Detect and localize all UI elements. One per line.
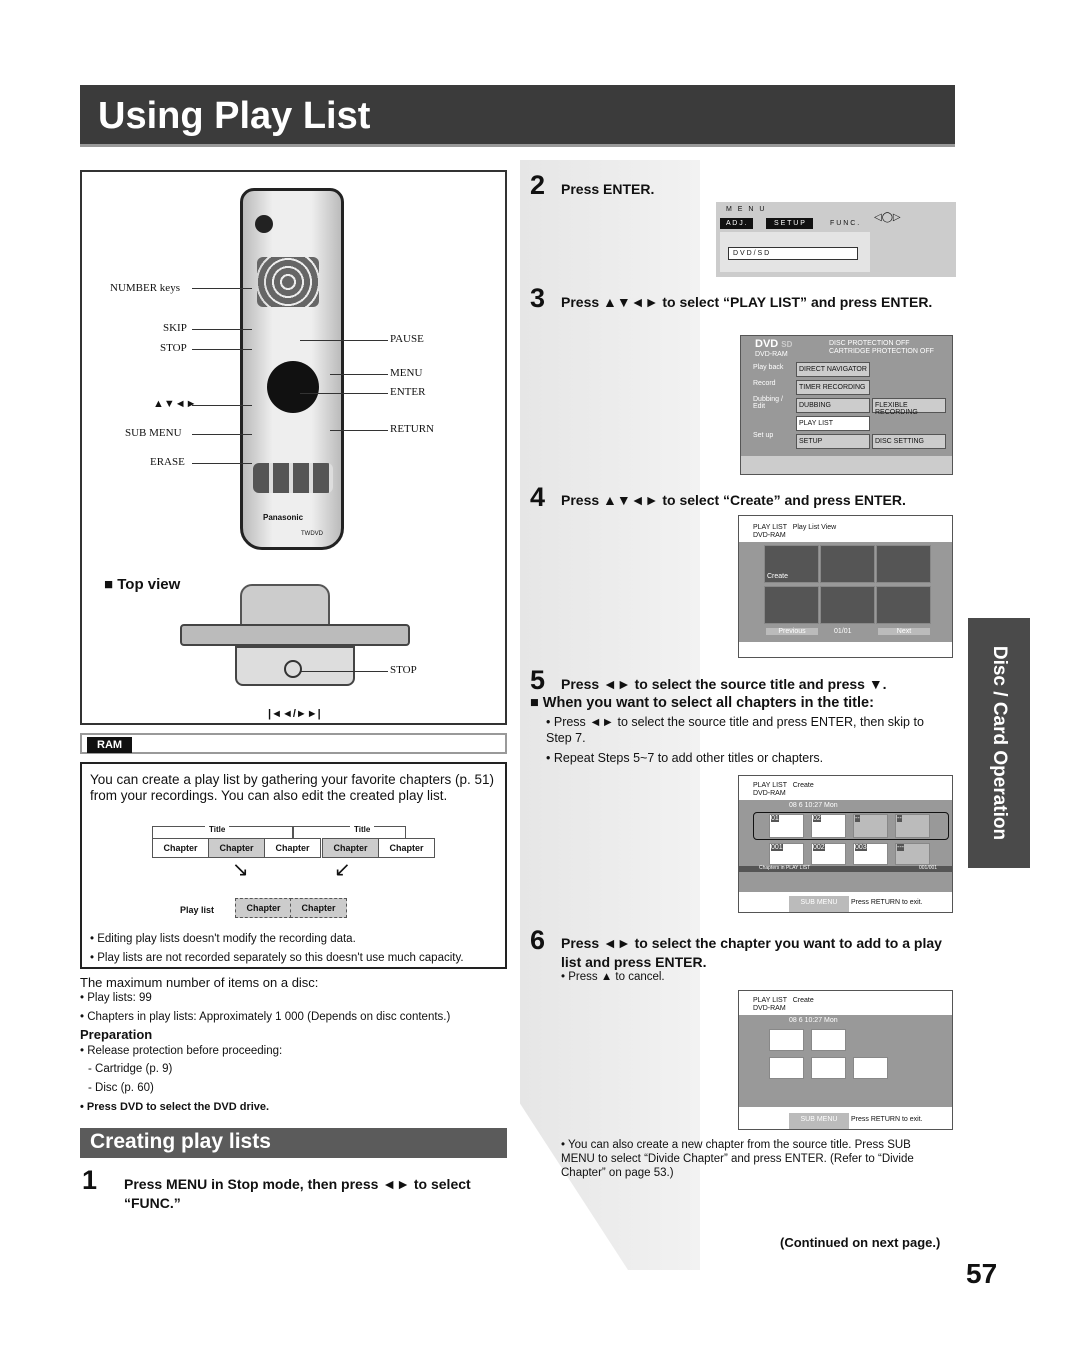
prep-item: • Release protection before proceeding:: [80, 1045, 283, 1057]
chapter-cell: Chapter: [208, 838, 265, 858]
title-label: Title: [205, 822, 230, 838]
playlist-chapter-cell: Chapter: [235, 898, 292, 918]
prep-item: • Press DVD to select the DVD drive.: [80, 1101, 270, 1113]
chapter-cell: Chapter: [264, 838, 321, 858]
create-label: Create: [767, 573, 789, 580]
side-tab-label: Disc / Card Operation: [989, 645, 1010, 841]
playlist-chapter-cell: Chapter: [290, 898, 347, 918]
step-text: Press ◄► to select the chapter you want …: [561, 935, 942, 970]
brand-logo: Panasonic: [263, 513, 304, 522]
func-screen: DVD SD DVD-RAM DISC PROTECTION OFF CARTRI…: [740, 335, 953, 475]
step-text: Press ▲▼◄► to select “PLAY LIST” and pre…: [561, 294, 933, 310]
step-text: Press MENU in Stop mode, then press ◄► t…: [124, 1176, 471, 1211]
prep-item: - Cartridge (p. 9): [88, 1063, 173, 1075]
func-button: TIMER RECORDING: [796, 380, 870, 395]
func-button: DIRECT NAVIGATOR: [796, 362, 870, 377]
step6-note: • Press ▲ to cancel.: [561, 971, 665, 983]
navigation-dial-icon: ◁◯▷: [874, 212, 901, 223]
label-arrows: ▲▼◄►: [153, 398, 197, 410]
step-text: Press ▲▼◄► to select “Create” and press …: [561, 492, 906, 508]
play-list-view-screen: PLAY LIST Play List View DVD-RAM Create …: [738, 515, 953, 658]
step-text: Press ◄► to select the source title and …: [561, 676, 887, 692]
dvd-sd-item: D V D / S D: [728, 247, 858, 260]
page-indicator: 01/01: [834, 628, 852, 635]
label-erase: ERASE: [150, 456, 185, 468]
info-bullet: • Play lists are not recorded separately…: [90, 952, 464, 964]
max-heading: The maximum number of items on a disc:: [80, 975, 319, 990]
all-chapters-item: • Press ◄► to select the source title an…: [546, 715, 924, 745]
play-list-label: Play list: [180, 905, 215, 915]
ram-badge: RAM: [87, 737, 133, 753]
step-number: 1: [82, 1165, 98, 1195]
chapter-diagram: Title Title Chapter Chapter Chapter Chap…: [152, 822, 435, 874]
previous-button: Previous: [766, 628, 818, 635]
max-item: • Play lists: 99: [80, 992, 152, 1004]
all-chapters-heading: ■ When you want to select all chapters i…: [530, 695, 874, 711]
info-bullet: • Editing play lists doesn't modify the …: [90, 933, 356, 945]
func-button: SETUP: [796, 434, 870, 449]
max-item: • Chapters in play lists: Approximately …: [80, 1011, 451, 1023]
label-sub-menu: SUB MENU: [125, 427, 182, 439]
label-number-keys: NUMBER keys: [110, 282, 180, 294]
square-bullet-icon: ■: [530, 695, 539, 711]
menu-screen: M E N U A D J . S E T U P F U N C . D V …: [716, 202, 956, 277]
func-button: DUBBING: [796, 398, 870, 413]
square-bullet-icon: ■: [104, 576, 118, 593]
step-number: 3: [530, 283, 546, 313]
ram-bar: RAM: [80, 733, 507, 754]
label-top-skip: |◄◄/►►|: [268, 708, 321, 720]
info-box: You can create a play list by gathering …: [80, 762, 507, 969]
label-enter: ENTER: [390, 386, 426, 398]
prep-item: - Disc (p. 60): [88, 1082, 154, 1094]
tab-setup: S E T U P: [766, 218, 813, 229]
create-screen-2: PLAY LIST Create DVD-RAM 08 6 10:27 Mon …: [738, 990, 953, 1130]
label-top-stop: STOP: [390, 664, 417, 676]
label-stop: STOP: [160, 342, 187, 354]
arrow-icon: ↙: [334, 859, 351, 881]
top-view-heading: ■ Top view: [104, 576, 181, 593]
step-number: 2: [530, 170, 546, 200]
model-label: TWDVD: [301, 531, 323, 537]
func-button: DISC SETTING: [872, 434, 946, 449]
remote-control-image: Panasonic TWDVD: [240, 188, 344, 550]
page-title: Using Play List: [80, 85, 955, 147]
title-label: Title: [350, 822, 375, 838]
step-number: 4: [530, 482, 546, 512]
func-button: FLEXIBLE RECORDING: [872, 398, 946, 416]
step-number: 6: [530, 925, 546, 955]
section-heading: Creating play lists: [80, 1128, 507, 1158]
top-view-image: [180, 584, 410, 694]
page-number: 57: [966, 1258, 998, 1289]
menu-label: M E N U: [726, 206, 767, 213]
chapter-cell: Chapter: [152, 838, 209, 858]
arrow-icon: ↘: [232, 859, 249, 881]
step-text: Press ENTER.: [561, 181, 655, 197]
label-skip: SKIP: [163, 322, 187, 334]
footnote: • You can also create a new chapter from…: [561, 1139, 914, 1179]
tab-func: F U N C .: [830, 220, 860, 227]
label-menu: MENU: [390, 367, 423, 379]
intro-text: You can create a play list by gathering …: [90, 772, 494, 803]
side-tab: Disc / Card Operation: [968, 618, 1030, 868]
label-pause: PAUSE: [390, 333, 424, 345]
chapter-cell: Chapter: [322, 838, 379, 858]
chapter-cell: Chapter: [378, 838, 435, 858]
step-number: 5: [530, 665, 546, 695]
label-return: RETURN: [390, 423, 434, 435]
tab-adj: A D J .: [720, 218, 753, 229]
continued-note: (Continued on next page.): [780, 1235, 941, 1250]
all-chapters-item: • Repeat Steps 5~7 to add other titles o…: [546, 751, 824, 765]
next-button: Next: [878, 628, 930, 635]
preparation-heading: Preparation: [80, 1027, 153, 1042]
create-screen: PLAY LIST Create DVD-RAM 08 6 10:27 Mon …: [738, 775, 953, 913]
func-button-selected: PLAY LIST: [796, 416, 870, 431]
